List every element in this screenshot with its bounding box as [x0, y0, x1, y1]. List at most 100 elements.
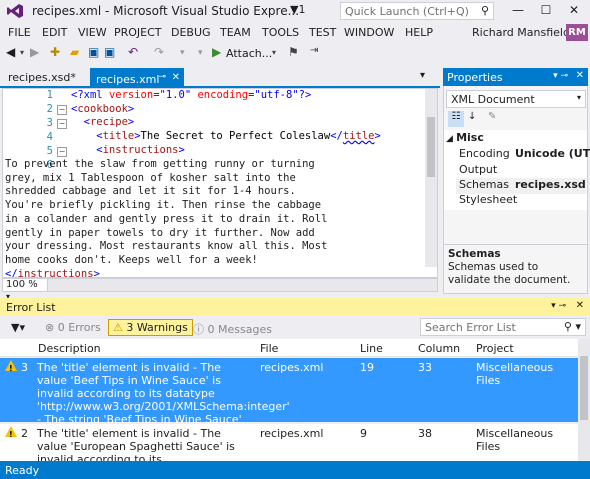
attach-dropdown-icon[interactable]: ▾	[272, 48, 276, 57]
token: >	[127, 116, 135, 129]
close-icon[interactable]: ✕	[576, 70, 584, 81]
start-debug-icon[interactable]: ▶	[212, 45, 221, 59]
menu-view[interactable]: VIEW	[78, 26, 107, 39]
filter-icon[interactable]: ▼▾	[6, 319, 30, 336]
alphabetical-icon[interactable]: ↓	[468, 111, 476, 122]
visual-studio-logo-icon	[7, 4, 23, 18]
editor-vertical-scrollbar[interactable]	[425, 89, 437, 267]
attach-button[interactable]: Attach...	[226, 47, 272, 60]
scroll-thumb[interactable]	[427, 117, 435, 177]
line-number: 2	[46, 103, 53, 115]
redo-icon[interactable]: ↷	[154, 45, 164, 59]
close-button[interactable]: ✕	[560, 0, 588, 22]
column-description[interactable]: Description	[38, 342, 101, 355]
user-name[interactable]: Richard Mansfield	[472, 26, 570, 39]
token: The Secret to Perfect Coleslaw	[140, 130, 331, 143]
menu-debug[interactable]: DEBUG	[171, 26, 211, 39]
pin-icon[interactable]: ▾ ⊸	[553, 71, 568, 81]
column-project[interactable]: Project	[476, 342, 514, 355]
warnings-filter-button[interactable]: ⚠ 3 Warnings	[108, 319, 193, 336]
token: utf-8	[260, 89, 293, 101]
token: "?>	[292, 89, 312, 101]
tab-label: recipes.xml	[96, 73, 160, 86]
menu-project[interactable]: PROJECT	[114, 26, 162, 39]
token: version	[108, 89, 154, 101]
menu-file[interactable]: FILE	[8, 26, 31, 39]
collapse-icon[interactable]: −	[57, 147, 67, 157]
zoom-select[interactable]: 100 % ▾	[2, 278, 48, 301]
toolbar-extra2-icon[interactable]: ⇥	[310, 45, 318, 56]
instructions-body[interactable]: To prevent the slaw from getting runny o…	[5, 158, 355, 268]
token: >	[93, 268, 100, 278]
quick-launch-input[interactable]: Quick Launch (Ctrl+Q) ⚲	[340, 2, 494, 20]
scroll-thumb[interactable]	[580, 356, 588, 420]
property-row[interactable]: Stylesheet	[456, 193, 586, 209]
menu-test[interactable]: TEST	[309, 26, 336, 39]
close-icon[interactable]: ✕	[576, 300, 584, 311]
collapse-icon[interactable]: −	[57, 119, 67, 129]
token: ="	[248, 89, 261, 101]
row-line: 19	[360, 361, 374, 374]
toolbar-extra-icon[interactable]: ⚑	[288, 45, 299, 59]
property-row[interactable]: Schemas recipes.xsd	[456, 178, 586, 194]
table-row[interactable]: ! 2 The 'title' element is invalid - The…	[0, 424, 578, 462]
warning-icon: !	[5, 360, 17, 373]
categorized-icon[interactable]: ☷	[448, 111, 464, 127]
new-project-icon[interactable]: ✚	[50, 45, 60, 59]
column-column[interactable]: Column	[418, 342, 460, 355]
undo-icon[interactable]: ↶	[128, 45, 138, 59]
tab-recipes-xsd[interactable]: recipes.xsd*	[2, 68, 88, 86]
properties-toolbar: ☷ ↓ ✎	[446, 110, 586, 128]
warning-icon: ⚠	[113, 321, 127, 334]
table-row[interactable]: ! 3 The 'title' element is invalid - The…	[0, 358, 578, 439]
collapse-icon: ◢	[446, 134, 457, 144]
menu-window[interactable]: WINDOW	[344, 26, 394, 39]
tab-recipes-xml[interactable]: recipes.xml ⊸ ✕	[90, 68, 184, 86]
minimize-button[interactable]: —	[504, 0, 532, 22]
property-row[interactable]: Output	[456, 163, 586, 179]
errors-filter-button[interactable]: ⊗ 0 Errors	[40, 319, 106, 336]
close-tab-icon[interactable]: ✕	[172, 72, 180, 83]
pin-icon[interactable]: ▾ ⊸	[551, 301, 566, 311]
back-dropdown-icon[interactable]: ▾	[20, 48, 24, 57]
menu-tools[interactable]: TOOLS	[262, 26, 299, 39]
tab-overflow-icon[interactable]: ▾	[420, 70, 425, 81]
row-project: Miscellaneous Files	[476, 361, 554, 387]
maximize-button[interactable]: ☐	[532, 0, 560, 22]
code-text[interactable]: <?xml version="1.0" encoding="utf-8"?> <…	[71, 89, 421, 158]
row-number: 2	[21, 427, 28, 440]
back-icon[interactable]: ◀	[6, 45, 15, 59]
platform-dropdown-icon[interactable]: ▾	[198, 48, 203, 58]
category-label: Misc	[456, 131, 484, 144]
code-editor[interactable]: 1 2 3 4 5 6 − − − <?xml version="1.0" en…	[2, 88, 438, 278]
search-error-list-input[interactable]: Search Error List ⚲ ▾	[420, 318, 586, 336]
search-placeholder: Search Error List	[425, 321, 516, 334]
avatar[interactable]: RM	[566, 24, 588, 41]
collapse-icon[interactable]: −	[57, 105, 67, 115]
editor-horizontal-scrollbar[interactable]	[2, 278, 438, 292]
forward-icon[interactable]: ▶	[30, 45, 39, 59]
object-selector[interactable]: XML Document ▾	[446, 90, 586, 108]
search-icon: ⚲ ▾	[563, 320, 581, 333]
column-file[interactable]: File	[260, 342, 278, 355]
error-list-header: Error List ▾ ⊸ ✕	[0, 298, 590, 316]
save-icon[interactable]: ▣	[88, 45, 99, 59]
token: cookbook	[77, 102, 128, 115]
category-misc[interactable]: ◢ Misc	[446, 131, 484, 144]
open-folder-icon[interactable]: ▰	[70, 45, 79, 59]
notifications-flag[interactable]: ▼1	[290, 3, 305, 16]
config-dropdown-icon[interactable]: ▾	[180, 48, 185, 58]
token: "	[184, 89, 198, 101]
messages-filter-button[interactable]: ⓘ 0 Messages	[188, 319, 277, 336]
line-number: 5	[46, 145, 53, 157]
menu-edit[interactable]: EDIT	[42, 26, 67, 39]
pin-icon[interactable]: ⊸	[158, 72, 166, 82]
property-name: Encoding	[459, 147, 510, 160]
column-line[interactable]: Line	[360, 342, 383, 355]
menu-help[interactable]: HELP	[405, 26, 433, 39]
save-all-icon[interactable]: ▣	[104, 45, 115, 59]
menu-team[interactable]: TEAM	[220, 26, 251, 39]
property-pages-icon[interactable]: ✎	[488, 111, 496, 122]
property-row[interactable]: Encoding Unicode (UTF-8	[456, 147, 590, 163]
closing-tag-line: </instructions>	[5, 268, 100, 278]
